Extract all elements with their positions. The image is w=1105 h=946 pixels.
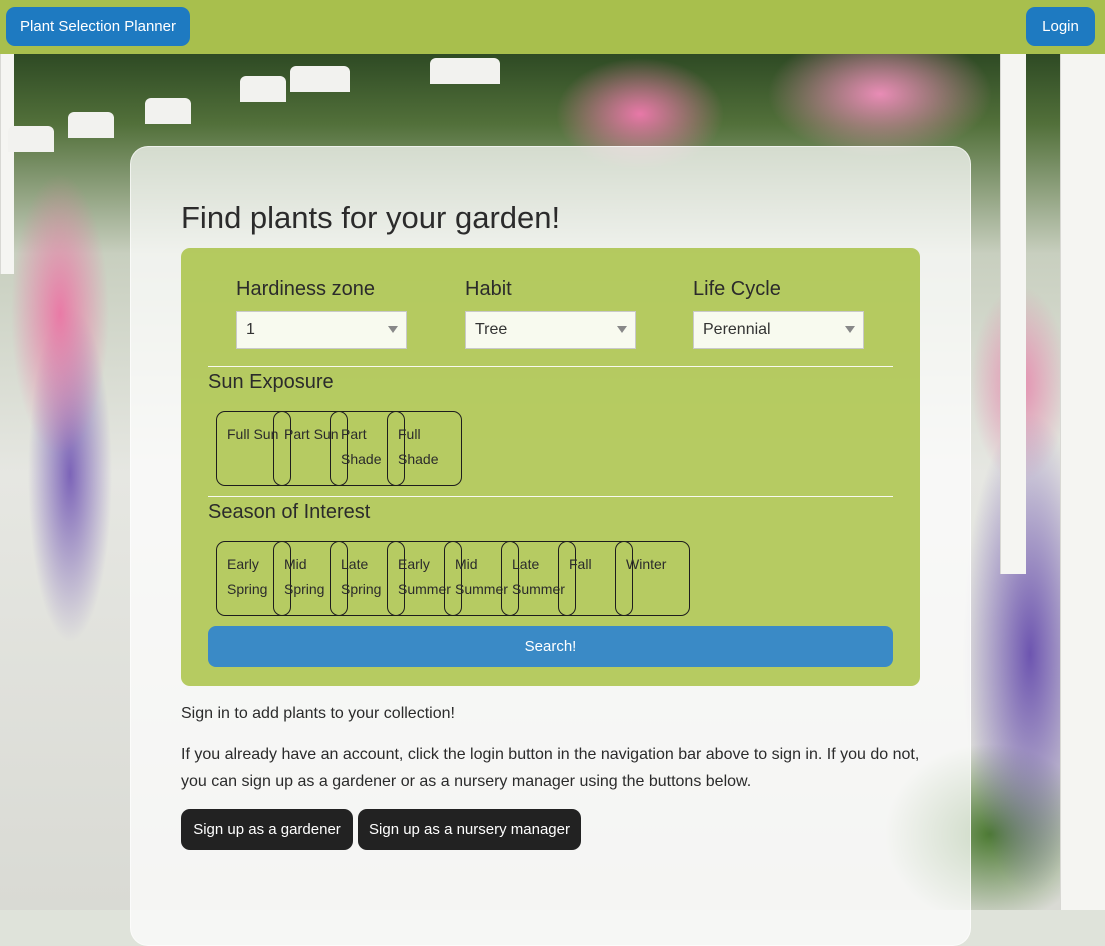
season-of-interest-label: Season of Interest [208,501,371,523]
life-cycle-label: Life Cycle [693,278,781,300]
fence-post-cap [290,66,350,92]
sun-exposure-label: Sun Exposure [208,371,334,393]
hardiness-zone-value: 1 [246,321,255,338]
fence-post [1060,54,1105,910]
fence-post-cap [145,98,191,124]
sun-option-full-shade[interactable]: Full Shade [387,411,462,486]
navbar: Plant Selection Planner Login [0,0,1105,54]
signin-info: If you already have an account, click th… [181,746,920,790]
season-option-winter[interactable]: Winter [615,541,690,616]
signup-nursery-manager-button[interactable]: Sign up as a nursery manager [358,809,581,850]
habit-select[interactable]: Tree [465,311,636,349]
fence-post-cap [8,126,54,152]
divider [208,366,893,367]
divider [208,496,893,497]
fence-post-cap [430,58,500,84]
login-button[interactable]: Login [1026,7,1095,46]
fence-picket [1000,54,1026,574]
hardiness-zone-select[interactable]: 1 [236,311,407,349]
brand-button[interactable]: Plant Selection Planner [6,7,190,46]
hardiness-zone-label: Hardiness zone [236,278,375,300]
dropdown-arrow-icon [617,326,627,333]
dropdown-arrow-icon [845,326,855,333]
habit-value: Tree [475,321,508,338]
signup-gardener-button[interactable]: Sign up as a gardener [181,809,353,850]
fence-picket [0,54,14,274]
life-cycle-select[interactable]: Perennial [693,311,864,349]
fence-post-cap [240,76,286,102]
life-cycle-value: Perennial [703,321,771,338]
page-title: Find plants for your garden! [181,200,561,235]
habit-label: Habit [465,278,512,300]
dropdown-arrow-icon [388,326,398,333]
search-button[interactable]: Search! [208,626,893,667]
fence-post-cap [68,112,114,138]
signin-prompt: Sign in to add plants to your collection… [181,705,455,722]
